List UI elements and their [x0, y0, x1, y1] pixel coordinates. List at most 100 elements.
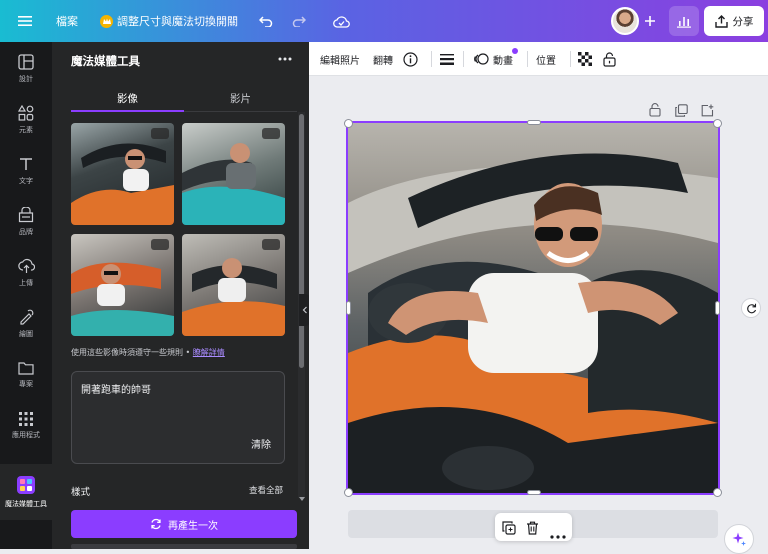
usage-notice: 使用這些影像時須遵守一些規則 • 瞭解詳情	[71, 347, 225, 358]
rail-label: 文字	[19, 177, 33, 185]
rail-label: 品牌	[19, 228, 33, 236]
shapes-icon	[18, 105, 34, 121]
top-bar: 檔案 調整尺寸與魔法切換開關 分享	[0, 0, 768, 42]
scroll-down-icon[interactable]	[298, 488, 306, 501]
rail-label: 應用程式	[12, 431, 40, 439]
magic-assistant-button[interactable]	[724, 524, 754, 554]
delete-icon[interactable]	[526, 520, 540, 535]
edit-photo-button[interactable]: 編輯照片	[320, 42, 360, 76]
rotate-handle[interactable]	[741, 298, 761, 318]
toolbar-divider	[570, 51, 571, 67]
rail-label: 魔法媒體工具	[5, 500, 47, 508]
cloud-saved-icon[interactable]	[330, 0, 352, 42]
see-all-link[interactable]: 查看全部	[249, 484, 283, 496]
border-style-icon[interactable]	[440, 42, 454, 76]
image-options-icon[interactable]	[262, 239, 280, 250]
lock-page-icon[interactable]	[649, 102, 663, 117]
generated-image-2[interactable]	[182, 123, 285, 225]
info-icon[interactable]	[403, 42, 418, 76]
avatar[interactable]	[611, 0, 639, 42]
regenerate-button[interactable]: 再產生一次	[71, 510, 297, 538]
rail-item-projects[interactable]: 專案	[0, 350, 52, 400]
rail-label: 設計	[19, 75, 33, 83]
resize-handle-left[interactable]	[346, 301, 351, 315]
rail-item-elements[interactable]: 元素	[0, 95, 52, 145]
more-options-icon[interactable]	[274, 50, 296, 68]
position-button[interactable]: 位置	[536, 42, 556, 76]
resize-handle-bottom-left[interactable]	[344, 488, 353, 497]
resize-handle-right[interactable]	[715, 301, 720, 315]
share-button[interactable]: 分享	[704, 0, 764, 42]
prompt-box[interactable]: 開著跑車的帥哥 清除	[71, 371, 285, 464]
resize-handle-top-left[interactable]	[344, 119, 353, 128]
bar-chart-icon	[677, 16, 691, 28]
selected-image[interactable]	[346, 121, 720, 495]
apps-icon	[19, 412, 33, 426]
tab-videos[interactable]: 影片	[184, 86, 297, 112]
crown-icon	[100, 14, 113, 28]
image-options-icon[interactable]	[262, 128, 280, 139]
animate-label: 動畫	[493, 55, 513, 67]
text-icon	[20, 158, 32, 170]
resize-handle-top[interactable]	[527, 120, 541, 125]
clear-button[interactable]: 清除	[251, 436, 271, 451]
toolbar-divider	[431, 51, 432, 67]
rail-item-brand[interactable]: 品牌	[0, 197, 52, 247]
toolbar-divider	[527, 51, 528, 67]
flip-button[interactable]: 翻轉	[373, 42, 393, 76]
rail-item-magic-media[interactable]: 魔法媒體工具	[0, 464, 52, 520]
tab-images[interactable]: 影像	[71, 86, 184, 112]
rail-label: 上傳	[19, 279, 33, 287]
add-page-icon[interactable]	[701, 102, 715, 117]
rotate-icon	[746, 303, 756, 313]
image-options-icon[interactable]	[151, 128, 169, 139]
folder-icon	[18, 362, 34, 375]
generated-image-3[interactable]	[71, 234, 174, 336]
rail-label: 元素	[19, 126, 33, 134]
rail-item-uploads[interactable]: 上傳	[0, 248, 52, 298]
rail-item-text[interactable]: 文字	[0, 146, 52, 196]
image-options-icon[interactable]	[151, 239, 169, 250]
regenerate-label: 再產生一次	[168, 520, 218, 532]
rail-item-draw[interactable]: 繪圖	[0, 299, 52, 349]
style-label: 樣式	[71, 487, 91, 498]
transparency-icon[interactable]	[578, 42, 592, 76]
scrollbar-thumb[interactable]	[299, 114, 304, 368]
animate-button[interactable]: 動畫	[474, 42, 513, 76]
new-feature-dot	[512, 48, 518, 54]
more-actions-icon[interactable]	[550, 524, 566, 539]
duplicate-page-icon[interactable]	[675, 102, 689, 117]
resize-handle-top-right[interactable]	[713, 119, 722, 128]
chevron-left-icon	[302, 306, 307, 314]
magic-media-panel: 魔法媒體工具 影像 影片 使用這些影像時須遵守一些規則 • 瞭解詳情 開著跑車的…	[52, 42, 311, 549]
context-toolbar: 編輯照片 翻轉 動畫 位置	[309, 42, 768, 76]
add-collaborator-icon[interactable]	[639, 0, 661, 42]
sparkle-icon	[732, 532, 746, 546]
lock-icon[interactable]	[603, 42, 616, 76]
usage-notice-text: 使用這些影像時須遵守一些規則 •	[71, 348, 193, 357]
learn-more-link[interactable]: 瞭解詳情	[193, 348, 225, 357]
redo-icon[interactable]	[289, 0, 309, 42]
refresh-icon	[151, 518, 161, 530]
rail-item-design[interactable]: 設計	[0, 44, 52, 94]
share-label: 分享	[732, 15, 754, 28]
rail-label: 繪圖	[19, 330, 33, 338]
resize-handle-bottom-right[interactable]	[713, 488, 722, 497]
resize-promo-button[interactable]: 調整尺寸與魔法切換開關	[100, 0, 238, 42]
animate-icon	[474, 53, 489, 65]
generated-image-1[interactable]	[71, 123, 174, 225]
floating-element-toolbar	[495, 513, 572, 541]
undo-icon[interactable]	[256, 0, 276, 42]
duplicate-icon[interactable]	[502, 520, 516, 535]
file-menu[interactable]: 檔案	[56, 0, 78, 42]
rail-item-apps[interactable]: 應用程式	[0, 401, 52, 451]
share-upload-icon	[714, 14, 728, 28]
generated-image-4[interactable]	[182, 234, 285, 336]
resize-handle-bottom[interactable]	[527, 490, 541, 495]
resize-promo-label: 調整尺寸與魔法切換開關	[117, 15, 238, 28]
magic-media-icon	[17, 476, 35, 494]
prompt-input[interactable]: 開著跑車的帥哥	[81, 381, 151, 396]
layout-icon	[18, 54, 34, 70]
analytics-button[interactable]	[669, 0, 699, 42]
menu-icon[interactable]	[12, 0, 38, 42]
